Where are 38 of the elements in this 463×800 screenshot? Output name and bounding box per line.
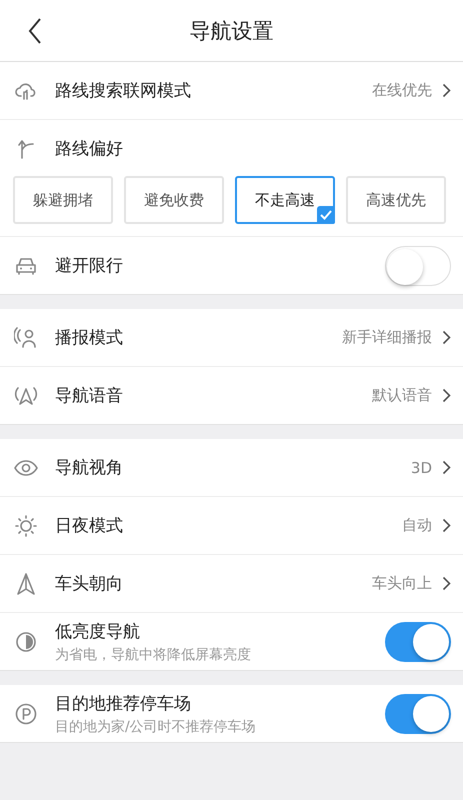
- setting-label: 路线搜索联网模式: [55, 80, 192, 102]
- setting-label: 低亮度导航: [55, 620, 141, 642]
- setting-value: 新手详细播报: [342, 328, 432, 347]
- setting-label: 目的地推荐停车场: [55, 692, 192, 714]
- sun-icon: [14, 514, 38, 538]
- setting-label: 车头朝向: [55, 573, 124, 595]
- page-title: 导航设置: [190, 18, 274, 44]
- navigation-arrow-icon: [14, 572, 38, 596]
- setting-label: 导航视角: [55, 457, 124, 479]
- contrast-icon: [14, 630, 38, 654]
- setting-label: 导航语音: [55, 385, 124, 407]
- setting-value: 车头向上: [372, 574, 432, 593]
- setting-label: 日夜模式: [55, 515, 124, 537]
- setting-value: 在线优先: [372, 81, 432, 100]
- chevron-right-icon[interactable]: [442, 330, 451, 345]
- route-option-chip[interactable]: 不走高速: [235, 176, 335, 224]
- chevron-right-icon[interactable]: [442, 388, 451, 403]
- route-option-chip[interactable]: 躲避拥堵: [13, 176, 113, 224]
- chevron-right-icon[interactable]: [442, 518, 451, 533]
- chevron-right-icon[interactable]: [442, 83, 451, 98]
- route-option-chip[interactable]: 避免收费: [124, 176, 224, 224]
- setting-hint: 目的地为家/公司时不推荐停车场: [55, 718, 257, 736]
- toggle-switch[interactable]: [385, 694, 451, 734]
- setting-value: 3D: [410, 458, 432, 476]
- setting-value: 默认语音: [372, 386, 432, 405]
- setting-label: 播报模式: [55, 327, 124, 349]
- toggle-switch[interactable]: [385, 246, 451, 286]
- setting-value: 自动: [402, 516, 432, 535]
- setting-label: 避开限行: [55, 255, 124, 277]
- setting-hint: 为省电，导航中将降低屏幕亮度: [55, 646, 252, 664]
- chevron-right-icon[interactable]: [442, 460, 451, 475]
- toggle-switch[interactable]: [385, 622, 451, 662]
- chevron-right-icon[interactable]: [442, 576, 451, 591]
- parking-icon: [14, 702, 38, 726]
- check-icon: [320, 210, 332, 220]
- setting-label: 路线偏好: [55, 138, 124, 160]
- route-option-chip[interactable]: 高速优先: [346, 176, 446, 224]
- speaker-person-icon: [14, 326, 38, 350]
